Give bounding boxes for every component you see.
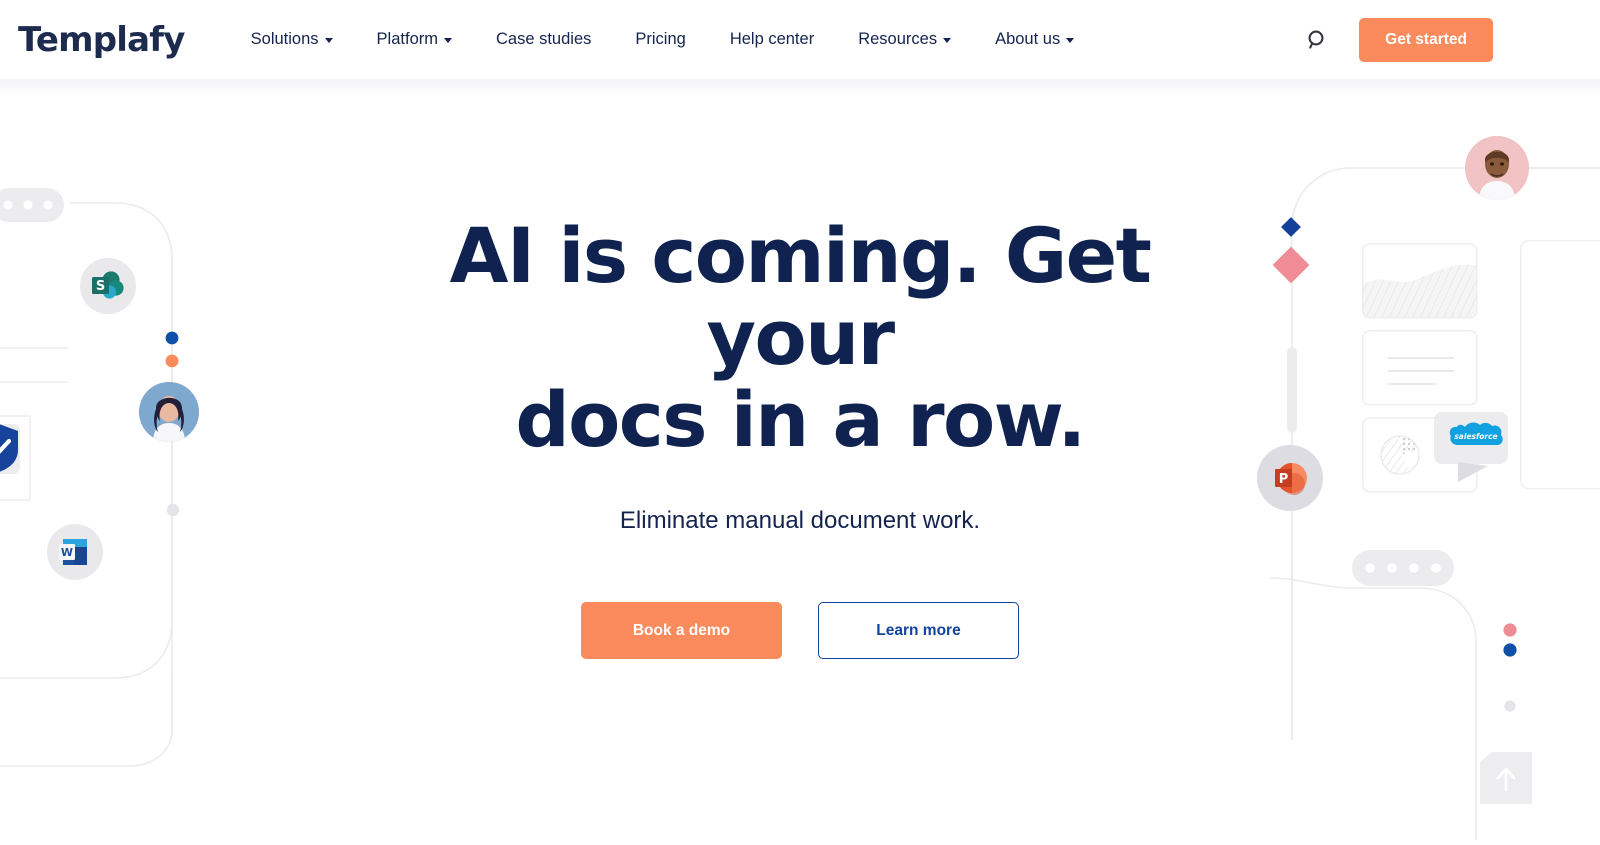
hero-section: AI is coming. Get your docs in a row. El… xyxy=(0,97,1600,845)
nav-label: Platform xyxy=(376,30,438,48)
hero-content: AI is coming. Get your docs in a row. El… xyxy=(350,97,1250,660)
chevron-down-icon xyxy=(943,38,952,43)
header-actions: Get started xyxy=(1295,0,1600,79)
search-icon[interactable] xyxy=(1295,18,1339,62)
nav-label: Case studies xyxy=(495,30,592,48)
header-underline-shade xyxy=(0,79,1600,97)
nav-item-resources[interactable]: Resources xyxy=(836,30,973,49)
get-started-button[interactable]: Get started xyxy=(1359,17,1493,62)
nav-label: About us xyxy=(995,30,1061,48)
nav-item-platform[interactable]: Platform xyxy=(355,30,474,49)
page-root: S W P salesforce Templafy Solutions Plat… xyxy=(0,0,1600,845)
templafy-logo[interactable]: Templafy xyxy=(18,23,185,57)
nav-item-case-studies[interactable]: Case studies xyxy=(474,30,613,49)
headline-line-1: AI is coming. Get your xyxy=(449,211,1152,383)
learn-more-button[interactable]: Learn more xyxy=(818,602,1019,660)
nav-label: Resources xyxy=(858,30,938,48)
nav-item-solutions[interactable]: Solutions xyxy=(229,30,355,49)
main-navigation: Solutions Platform Case studies Pricing … xyxy=(229,30,1097,49)
chevron-down-icon xyxy=(324,38,333,43)
nav-item-pricing[interactable]: Pricing xyxy=(613,30,707,49)
hero-subtitle: Eliminate manual document work. xyxy=(619,507,981,535)
nav-label: Solutions xyxy=(250,30,319,48)
book-a-demo-button[interactable]: Book a demo xyxy=(581,602,782,660)
chevron-down-icon xyxy=(1066,38,1075,43)
site-header: Templafy Solutions Platform Case studies… xyxy=(0,0,1600,79)
chevron-down-icon xyxy=(443,38,452,43)
nav-label: Help center xyxy=(729,30,815,48)
headline-line-2: docs in a row. xyxy=(515,375,1086,465)
page-title: AI is coming. Get your docs in a row. xyxy=(350,214,1250,465)
hero-cta-row: Book a demo Learn more xyxy=(350,602,1250,660)
nav-item-about-us[interactable]: About us xyxy=(973,30,1096,49)
nav-label: Pricing xyxy=(635,30,686,48)
nav-item-help-center[interactable]: Help center xyxy=(708,30,836,49)
